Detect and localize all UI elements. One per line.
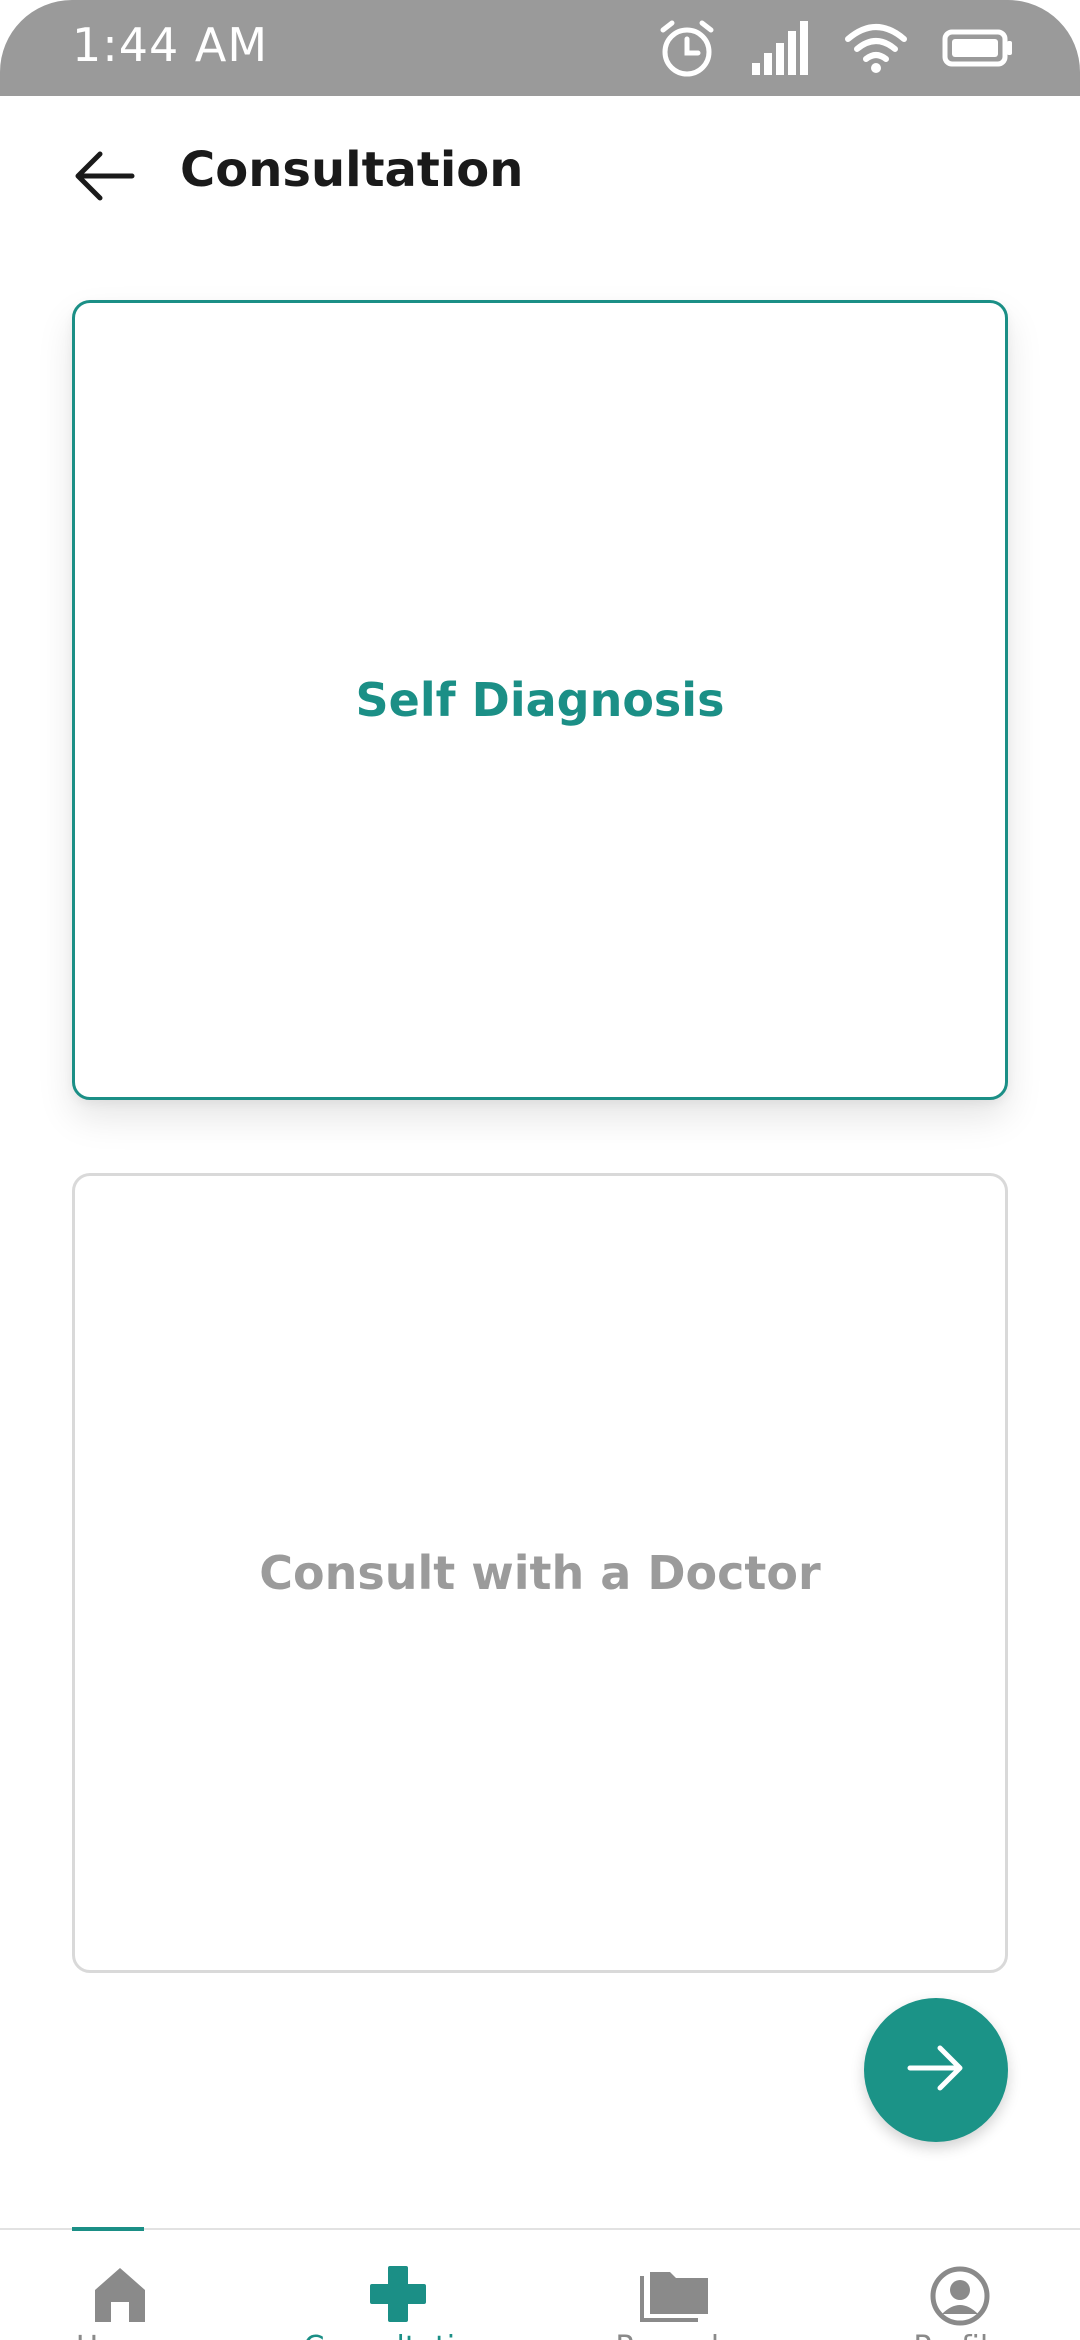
- nav-label-consultation: Consultation: [298, 2330, 498, 2340]
- phone-screen: 1:44 AM Consultation Self Diagnosis Cons…: [0, 0, 1080, 2340]
- nav-label-profile: Profile: [860, 2330, 1060, 2340]
- next-button[interactable]: [864, 1998, 1008, 2142]
- nav-item-records[interactable]: Records: [575, 2230, 775, 2340]
- nav-label-records: Records: [575, 2330, 775, 2340]
- home-icon: [93, 2266, 147, 2327]
- consult-doctor-card[interactable]: Consult with a Doctor: [72, 1173, 1008, 1973]
- nav-label-home: Home: [20, 2330, 220, 2340]
- self-diagnosis-card[interactable]: Self Diagnosis: [72, 300, 1008, 1100]
- battery-icon: [942, 29, 1014, 67]
- folder-icon: [640, 2266, 710, 2329]
- app-bar: Consultation: [0, 96, 1080, 256]
- status-icons: [658, 16, 1014, 80]
- nav-item-home[interactable]: Home: [20, 2230, 220, 2340]
- wifi-icon: [844, 21, 908, 75]
- arrow-right-icon: [906, 2041, 966, 2100]
- nav-item-profile[interactable]: Profile: [860, 2230, 1060, 2340]
- arrow-left-icon: [72, 151, 136, 210]
- consult-doctor-label: Consult with a Doctor: [259, 1546, 821, 1600]
- bottom-nav: Home Consultation Records: [0, 2227, 1080, 2340]
- status-time: 1:44 AM: [72, 18, 269, 72]
- medical-cross-icon: [370, 2266, 426, 2327]
- alarm-icon: [658, 18, 716, 78]
- page-title: Consultation: [180, 142, 524, 198]
- profile-icon: [930, 2266, 990, 2331]
- nav-item-consultation[interactable]: Consultation: [298, 2230, 498, 2340]
- status-bar: 1:44 AM: [0, 0, 1080, 96]
- back-button[interactable]: [72, 146, 144, 206]
- signal-icon: [750, 19, 810, 77]
- self-diagnosis-label: Self Diagnosis: [355, 673, 725, 727]
